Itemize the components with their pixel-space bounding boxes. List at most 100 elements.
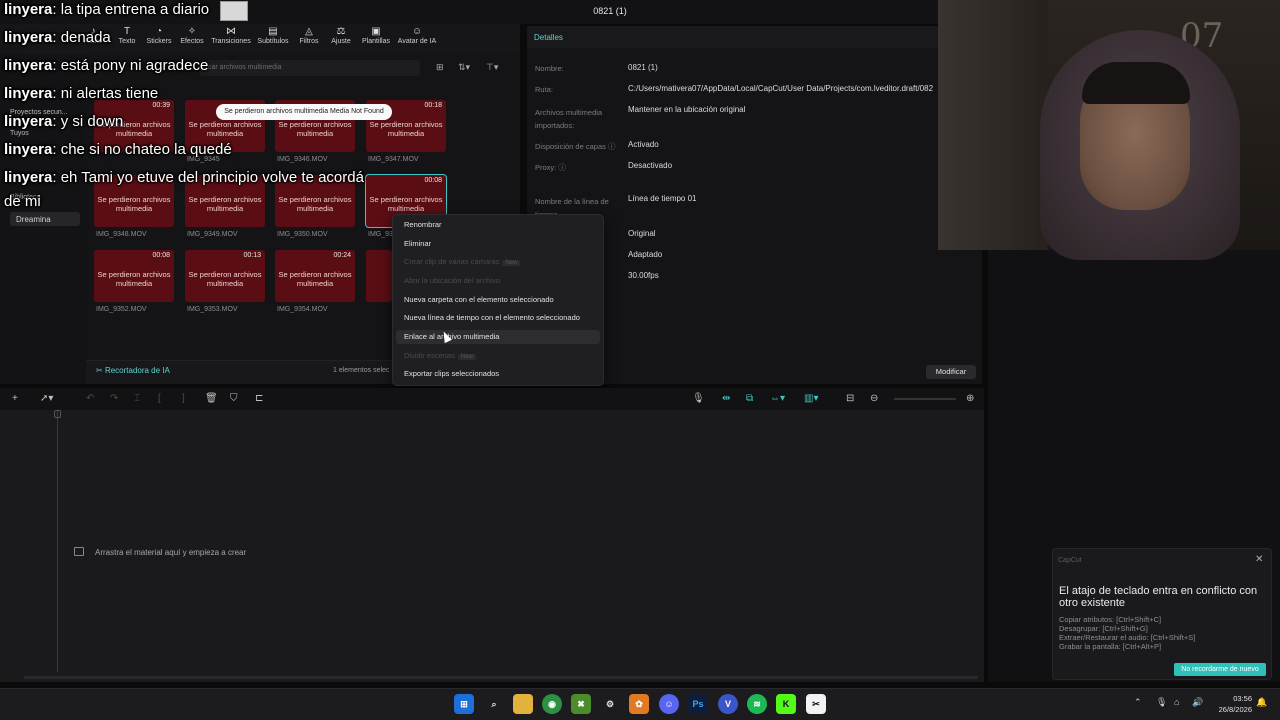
magnet-icon[interactable]: ⇹ <box>722 393 730 404</box>
notification-line: Desagrupar: [Ctrl+Shift+G] <box>1059 624 1148 633</box>
microphone-icon[interactable]: 🎙 <box>1156 697 1167 708</box>
scissors-icon: ✂ <box>96 366 105 375</box>
split-left-icon[interactable]: [ <box>158 393 161 404</box>
avatar-icon: ☺ <box>411 26 423 37</box>
media-card-name: IMG_9348.MOV <box>96 231 147 238</box>
timeline-toolbar <box>0 388 984 410</box>
minecraft-icon[interactable]: ✖ <box>571 694 591 714</box>
close-icon[interactable]: ✕ <box>1255 554 1263 565</box>
network-icon[interactable]: ⌂ <box>1174 697 1179 707</box>
caption-icon[interactable]: ⊟ <box>846 393 854 404</box>
chat-message: linyera: eh Tami yo etuve del principio … <box>4 169 364 186</box>
discord-icon[interactable]: ☺ <box>659 694 679 714</box>
playhead[interactable] <box>57 410 58 672</box>
chevron-up-icon[interactable]: ⌃ <box>1134 697 1142 708</box>
media-card-name: IMG_93 <box>368 231 393 238</box>
app-icon[interactable]: ⚙ <box>600 694 620 714</box>
link-icon[interactable]: ⧉ <box>746 393 753 404</box>
fl-studio-icon[interactable]: ✿ <box>629 694 649 714</box>
detail-key: Proxy: ⓘ <box>535 163 566 172</box>
media-card-name: IMG_9352.MOV <box>96 306 147 313</box>
details-title: Detalles <box>534 33 563 42</box>
capcut-icon[interactable]: ✂ <box>806 694 826 714</box>
spotify-icon[interactable]: ≋ <box>747 694 767 714</box>
dont-remind-button[interactable]: No recordarme de nuevo <box>1174 663 1266 676</box>
notification-card <box>1052 548 1272 680</box>
detail-key: Ruta: <box>535 85 553 94</box>
info-icon: ⓘ <box>607 142 616 151</box>
photoshop-icon[interactable]: Ps <box>688 694 708 714</box>
preview-axis-icon[interactable]: ⇔▾ <box>770 393 785 404</box>
microphone-icon[interactable]: 🎙 <box>692 393 705 404</box>
zoom-in-icon[interactable]: ⊕ <box>966 393 974 404</box>
select-tool-icon[interactable]: ➚▾ <box>40 393 53 404</box>
add-track-icon[interactable]: + <box>12 393 18 404</box>
media-card-name: IMG_9346.MOV <box>277 156 328 163</box>
chat-message: linyera: che si no chateo la quedé <box>4 141 232 158</box>
chat-emote-image <box>220 1 248 21</box>
bell-icon[interactable]: 🔔 <box>1256 697 1267 708</box>
detail-value: Original <box>628 229 656 238</box>
playhead-handle[interactable] <box>54 410 61 418</box>
zoom-slider[interactable] <box>894 398 956 400</box>
media-card-name: IMG_9353.MOV <box>187 306 238 313</box>
menu-item-dividir-escenas: Dividir escenas New <box>404 351 476 360</box>
filter-dropdown-icon[interactable]: ⊤▾ <box>486 62 498 73</box>
menu-item-renombrar[interactable]: Renombrar <box>404 220 442 229</box>
media-card[interactable] <box>366 250 392 302</box>
freeze-frame-icon[interactable]: ⊏ <box>255 393 263 404</box>
redo-icon[interactable]: ↷ <box>110 393 118 404</box>
film-icon <box>74 547 84 556</box>
media-not-found-toast: Se perdieron archivos multimedia Media N… <box>216 104 392 120</box>
volume-icon[interactable]: 🔊 <box>1192 697 1203 708</box>
detail-value: 30.00fps <box>628 271 659 280</box>
project-title: 0821 (1) <box>593 6 627 16</box>
new-badge: New <box>457 354 476 360</box>
tool-avatar-ia[interactable]: ☺ Avatar de IA <box>392 26 442 45</box>
clock-time[interactable]: 03:56 <box>1216 694 1252 703</box>
vpn-icon[interactable]: V <box>718 694 738 714</box>
timeline-drop-hint: Arrastra el material aquí y empieza a cr… <box>95 548 247 557</box>
media-card-name: IMG_9354.MOV <box>277 306 328 313</box>
snap-icon[interactable]: ▥▾ <box>804 393 818 404</box>
delete-icon[interactable]: 🗑 <box>205 393 218 404</box>
chat-message: linyera: denada <box>4 29 111 46</box>
kick-icon[interactable]: K <box>776 694 796 714</box>
nav-dreamina[interactable]: Dreamina <box>10 212 80 226</box>
chat-message: linyera: está pony ni agradece <box>4 57 209 74</box>
media-card-name: IMG_9350.MOV <box>277 231 328 238</box>
detail-value: C:/Users/mativera07/AppData/Local/CapCut… <box>628 84 934 93</box>
selected-count: 1 elementos selec <box>333 367 390 374</box>
timeline-area[interactable] <box>0 410 984 682</box>
split-icon[interactable]: ⌶ <box>134 393 140 404</box>
modify-button[interactable]: Modificar <box>926 365 976 379</box>
shield-icon[interactable]: ⛉ <box>230 393 238 404</box>
menu-item-exportar[interactable]: Exportar clips seleccionados <box>404 369 499 378</box>
chat-message-continuation: de mi <box>4 193 41 210</box>
detail-key: Archivos multimedia importados: <box>535 108 603 130</box>
search-icon[interactable]: ⌕ <box>484 694 504 714</box>
menu-item-eliminar[interactable]: Eliminar <box>404 239 431 248</box>
media-card[interactable]: 00:08 Se perdieron archivos multimedia <box>94 250 174 302</box>
menu-item-nueva-linea[interactable]: Nueva línea de tiempo con el elemento se… <box>404 313 580 322</box>
nav-tuyos[interactable]: Tuyos <box>10 130 29 137</box>
windows-start-icon[interactable]: ⊞ <box>454 694 474 714</box>
media-card[interactable]: 00:24 Se perdieron archivos multimedia <box>275 250 355 302</box>
menu-item-abrir-ubicacion: Abrir la ubicación del archivo <box>404 276 500 285</box>
menu-item-nueva-carpeta[interactable]: Nueva carpeta con el elemento selecciona… <box>404 295 554 304</box>
split-right-icon[interactable]: ] <box>182 393 185 404</box>
ai-cutter-button[interactable]: ✂ Recortadora de IA <box>96 366 170 375</box>
sort-icon[interactable]: ⇅▾ <box>458 62 470 73</box>
clock-date[interactable]: 26/8/2026 <box>1208 705 1252 714</box>
media-card[interactable]: 00:13 Se perdieron archivos multimedia <box>185 250 265 302</box>
view-toggle-icon[interactable]: ⊞ <box>436 62 444 73</box>
chrome-icon[interactable]: ◉ <box>542 694 562 714</box>
detail-value: Línea de tiempo 01 <box>628 194 697 203</box>
undo-icon[interactable]: ↶ <box>86 393 94 404</box>
file-explorer-icon[interactable] <box>513 694 533 714</box>
chat-message: linyera: ni alertas tiene <box>4 85 159 102</box>
zoom-out-icon[interactable]: ⊖ <box>870 393 878 404</box>
search-input[interactable]: car archivos multimedia <box>200 60 420 76</box>
timeline-scrollbar[interactable] <box>24 676 978 679</box>
media-card-name: IMG_9349.MOV <box>187 231 238 238</box>
